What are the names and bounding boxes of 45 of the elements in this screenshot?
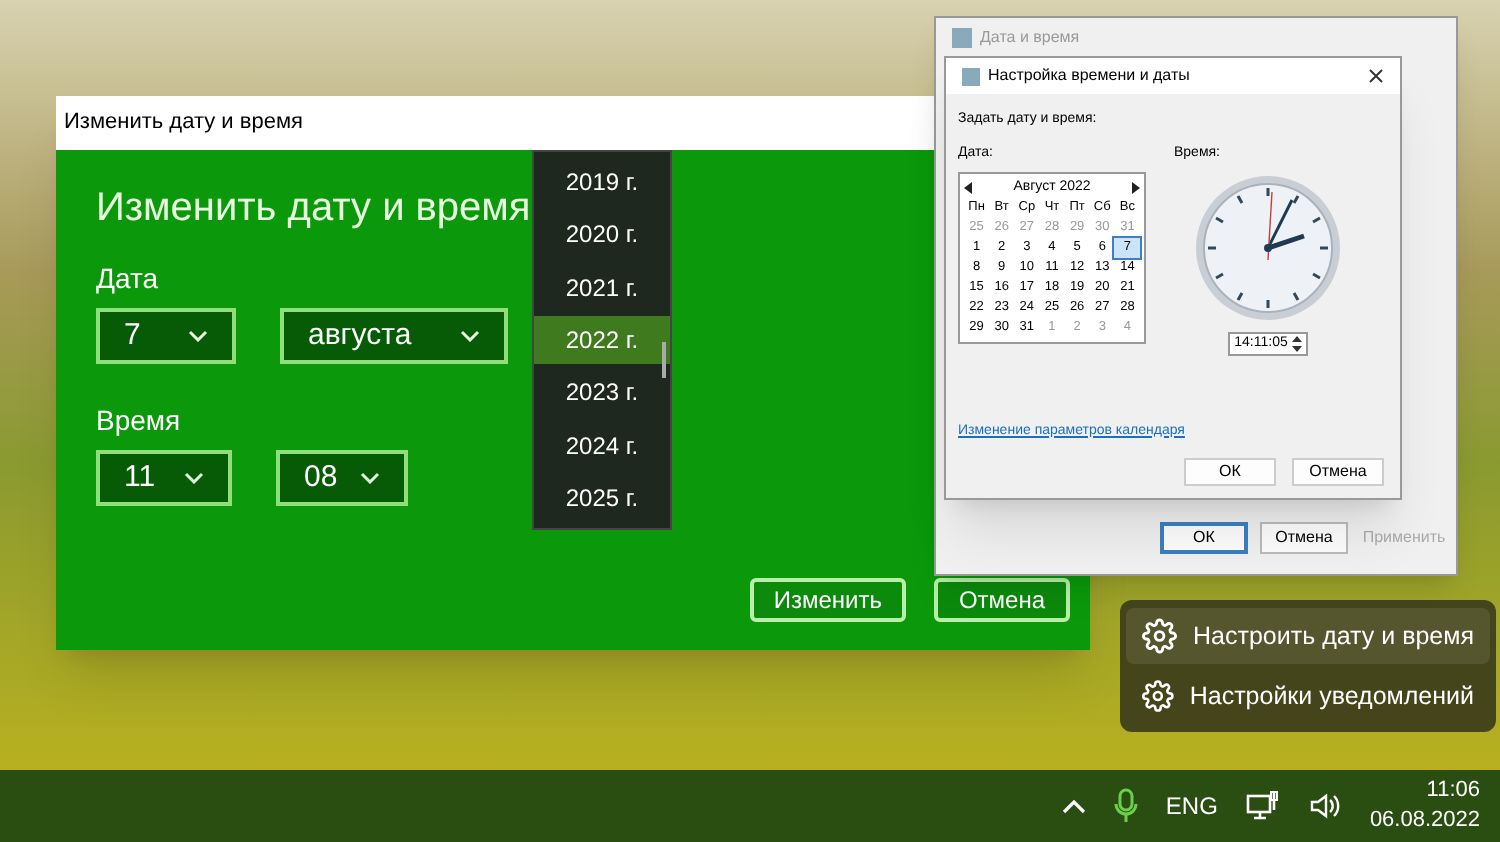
microphone-icon[interactable]	[1113, 788, 1138, 824]
dialog-button[interactable]: Изменить	[749, 578, 906, 622]
dropdown[interactable]: 08	[276, 450, 408, 506]
time-label: Время	[96, 402, 181, 440]
dialog-button[interactable]: Отмена	[1292, 458, 1384, 486]
dropdown[interactable]: августа	[280, 308, 508, 364]
language-indicator[interactable]: ENG	[1165, 788, 1218, 824]
next-icon[interactable]	[1132, 182, 1140, 194]
dialog-button[interactable]: ОК	[1184, 458, 1276, 486]
year-option[interactable]: 2019 г.	[534, 158, 670, 207]
year-option[interactable]: 2022 г.	[534, 315, 670, 364]
settings-icon	[1142, 618, 1178, 654]
speaker-icon[interactable]	[1309, 792, 1342, 820]
chevron-down-icon	[184, 472, 204, 484]
year-option[interactable]: 2020 г.	[534, 210, 670, 259]
dialog-heading: Изменить дату и время	[96, 184, 531, 234]
year-option[interactable]: 2024 г.	[534, 421, 670, 470]
close-icon[interactable]	[1368, 68, 1384, 84]
app-icon	[962, 67, 980, 85]
scrollbar-thumb[interactable]	[662, 342, 666, 378]
dropdown[interactable]: 11	[96, 450, 232, 506]
dialog-button[interactable]: Отмена	[934, 578, 1070, 622]
menu-item[interactable]: Настроить дату и время	[1126, 608, 1490, 664]
year-option[interactable]: 2025 г.	[534, 473, 670, 522]
chevron-down-icon	[460, 330, 480, 342]
menu-item[interactable]: Настройки уведомлений	[1126, 668, 1490, 724]
window-title: Настройка времени и даты	[988, 64, 1192, 88]
previous-icon[interactable]	[964, 182, 972, 194]
menu-item-label: Настройки уведомлений	[1189, 679, 1474, 714]
year-option[interactable]: 2021 г.	[534, 263, 670, 312]
chevron-down-icon	[188, 330, 208, 342]
spinner-icon[interactable]	[1291, 336, 1302, 352]
dialog-button[interactable]: ОК	[1160, 522, 1248, 554]
settings-icon	[1142, 678, 1174, 714]
network-icon[interactable]	[1245, 790, 1282, 822]
chevron-up-icon[interactable]	[1061, 798, 1086, 814]
menu-item-label: Настроить дату и время	[1193, 619, 1474, 654]
taskbar-clock[interactable]: 11:06 06.08.2022	[1369, 776, 1480, 836]
window-title: Дата и время	[980, 26, 1080, 50]
date-label: Дата	[96, 260, 159, 298]
dropdown[interactable]: 7	[96, 308, 236, 364]
chevron-down-icon	[360, 472, 380, 484]
window-title: Изменить дату и время	[64, 108, 303, 139]
year-option[interactable]: 2023 г.	[534, 368, 670, 417]
dialog-button[interactable]: Отмена	[1260, 522, 1348, 554]
